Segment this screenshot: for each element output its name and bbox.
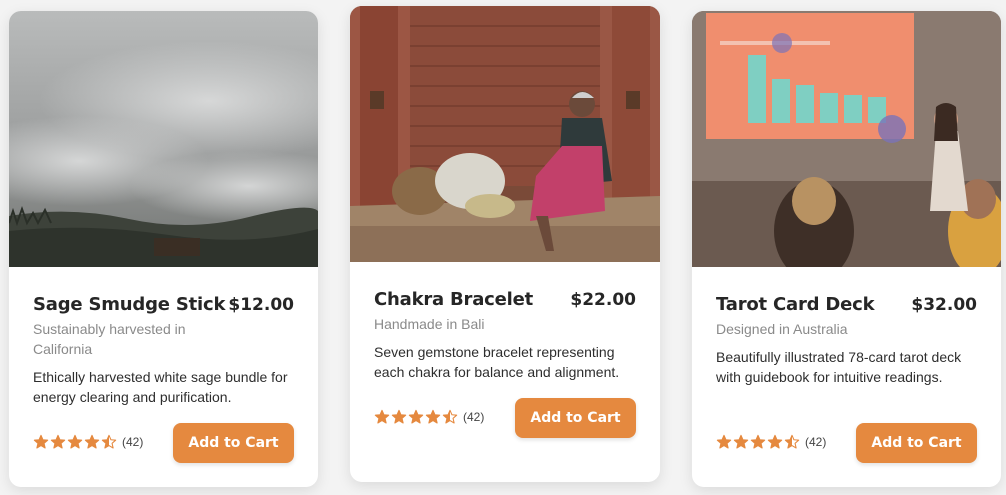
product-rating: (42) [33, 434, 143, 450]
product-image[interactable] [350, 6, 660, 262]
star-full-icon [33, 434, 49, 449]
product-image[interactable] [692, 11, 1001, 267]
star-full-icon [84, 434, 100, 449]
product-rating: (42) [716, 434, 826, 450]
add-to-cart-button[interactable]: Add to Cart [173, 423, 294, 463]
star-full-icon [408, 409, 424, 424]
add-to-cart-button[interactable]: Add to Cart [515, 398, 636, 438]
product-origin: Sustainably harvested in California [33, 321, 186, 357]
product-price: $32.00 [911, 295, 977, 315]
product-card-tarot-card-deck[interactable]: Tarot Card Deck $32.00 Designed in Austr… [692, 11, 1001, 487]
product-description: Ethically harvested white sage bundle fo… [33, 369, 288, 405]
review-count: (42) [122, 435, 144, 449]
product-image[interactable] [9, 11, 318, 267]
star-full-icon [716, 434, 732, 449]
review-count: (42) [805, 435, 827, 449]
product-title: Chakra Bracelet [374, 289, 534, 310]
rating-stars [33, 434, 118, 450]
star-full-icon [374, 409, 390, 424]
product-price: $22.00 [570, 290, 636, 310]
review-count: (42) [463, 410, 485, 424]
rating-stars [374, 409, 459, 425]
product-rating: (42) [374, 409, 484, 425]
product-title: Sage Smudge Stick [33, 294, 226, 315]
star-half-icon [784, 434, 800, 449]
star-full-icon [50, 434, 66, 449]
star-full-icon [67, 434, 83, 449]
product-price: $12.00 [228, 295, 294, 315]
star-half-icon [442, 409, 458, 424]
product-description: Beautifully illustrated 78-card tarot de… [716, 349, 962, 385]
product-origin: Designed in Australia [716, 321, 848, 337]
star-full-icon [767, 434, 783, 449]
product-origin: Handmade in Bali [374, 316, 485, 332]
star-half-icon [101, 434, 117, 449]
product-title: Tarot Card Deck [716, 294, 875, 315]
product-card-sage-smudge-stick[interactable]: Sage Smudge Stick $12.00 Sustainably har… [9, 11, 318, 487]
product-description: Seven gemstone bracelet representing eac… [374, 344, 620, 380]
rating-stars [716, 434, 801, 450]
star-full-icon [391, 409, 407, 424]
product-card-chakra-bracelet[interactable]: Chakra Bracelet $22.00 Handmade in Bali … [350, 6, 660, 482]
star-full-icon [750, 434, 766, 449]
star-full-icon [425, 409, 441, 424]
add-to-cart-button[interactable]: Add to Cart [856, 423, 977, 463]
star-full-icon [733, 434, 749, 449]
